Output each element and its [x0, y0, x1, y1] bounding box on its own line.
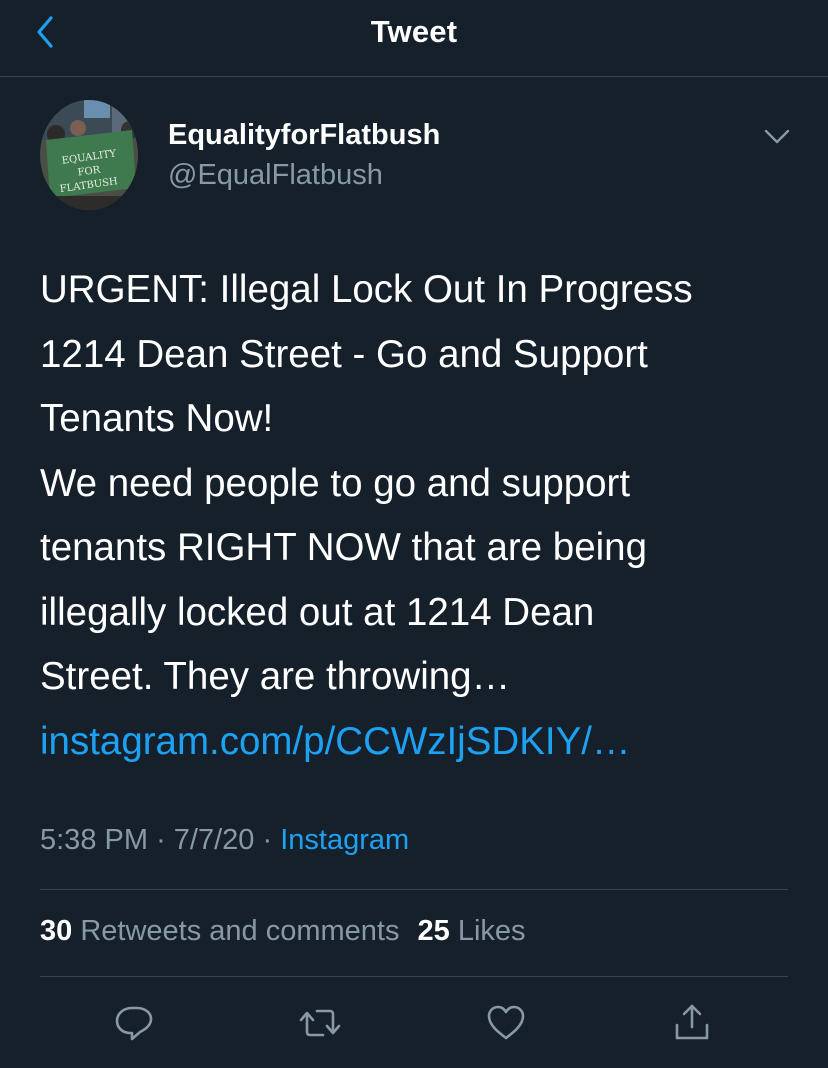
- retweets-stat[interactable]: 30 Retweets and comments: [40, 915, 399, 947]
- tweet-text-line: We need people to go and support: [40, 461, 631, 505]
- tweet-link[interactable]: instagram.com/p/CCWzIjSDKIY/…: [40, 710, 800, 775]
- tweet-text-line: tenants RIGHT NOW that are being: [40, 526, 647, 569]
- retweet-icon: [299, 1009, 341, 1037]
- likes-label: Likes: [457, 915, 526, 947]
- tweet-text: URGENT: Illegal Lock Out In Progress 121…: [40, 258, 800, 774]
- divider: [40, 976, 788, 977]
- separator: ·: [156, 824, 166, 856]
- avatar[interactable]: EQUALITY FOR FLATBUSH: [40, 100, 138, 210]
- separator: ·: [262, 824, 273, 856]
- author-handle[interactable]: @EqualFlatbush: [168, 159, 383, 192]
- tweet-source-link[interactable]: Instagram: [280, 824, 409, 856]
- tweet-timestamp-row: 5:38 PM · 7/7/20 · Instagram: [40, 824, 409, 857]
- reply-button[interactable]: [111, 1000, 157, 1046]
- tweet-stats: 30 Retweets and comments 25 Likes: [40, 915, 526, 948]
- likes-count: 25: [417, 915, 450, 947]
- tweet-date: 7/7/20: [173, 824, 255, 856]
- heart-icon: [487, 1005, 525, 1040]
- tweet-text-line: illegally locked out at 1214 Dean: [40, 590, 595, 634]
- tweet-text-line: URGENT: Illegal Lock Out In Progress: [40, 268, 693, 311]
- likes-stat[interactable]: 25 Likes: [417, 915, 525, 947]
- divider: [40, 889, 788, 890]
- like-button[interactable]: [483, 1000, 529, 1046]
- tweet-time: 5:38 PM: [40, 824, 148, 856]
- retweets-label: Retweets and comments: [80, 915, 400, 947]
- tweet-text-line: Tenants Now!: [40, 397, 274, 440]
- page-title: Tweet: [370, 14, 458, 49]
- reply-icon: [115, 1006, 153, 1041]
- retweets-count: 30: [40, 915, 73, 947]
- tweet-text-line: 1214 Dean Street - Go and Support: [40, 332, 648, 376]
- share-button[interactable]: [669, 1000, 715, 1046]
- author-display-name[interactable]: EqualityforFlatbush: [168, 119, 440, 152]
- tweet-options-button[interactable]: [760, 122, 794, 150]
- tweet-text-line: Street. They are throwing…: [40, 655, 511, 698]
- share-icon: [675, 1004, 709, 1040]
- chevron-down-icon: [764, 129, 790, 144]
- retweet-button[interactable]: [297, 1000, 343, 1046]
- top-navigation-bar: Tweet: [0, 0, 828, 77]
